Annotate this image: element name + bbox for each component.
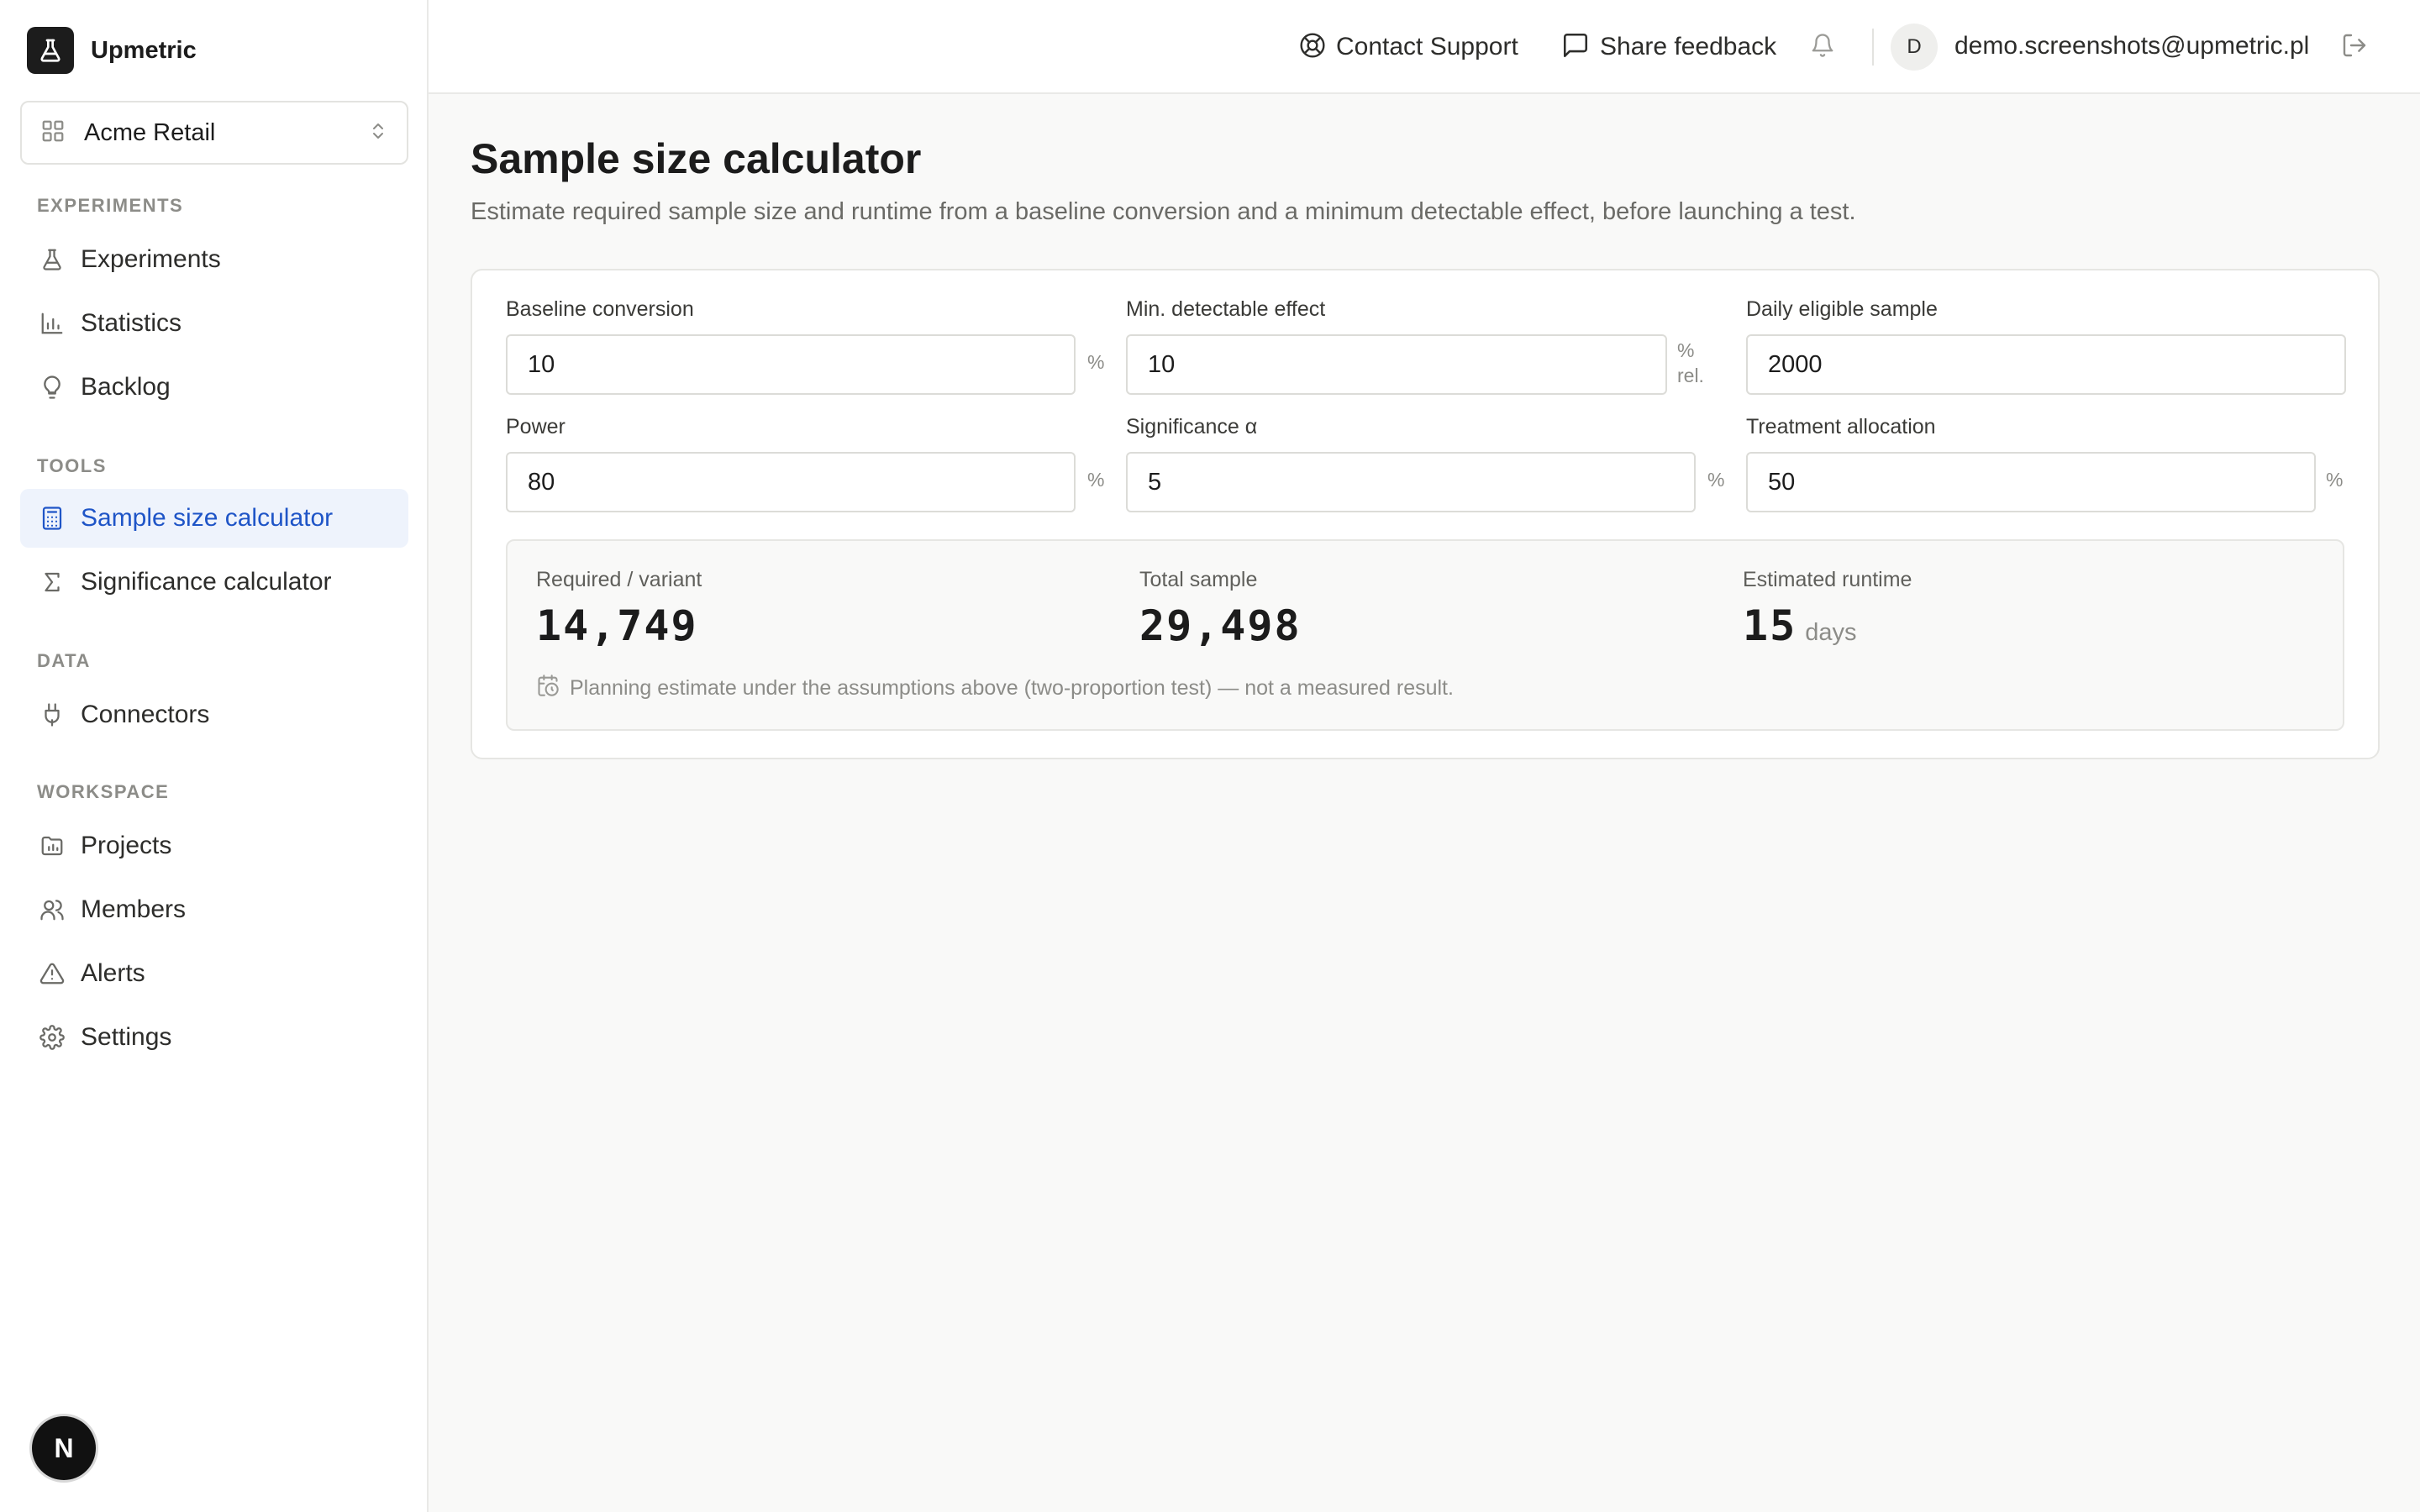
sidebar-item-label: Members [81, 895, 187, 923]
sidebar-item-label: Alerts [81, 959, 145, 987]
results-note: Planning estimate under the assumptions … [536, 674, 1454, 703]
alpha-input[interactable] [1126, 452, 1696, 512]
sidebar: Upmetric Acme Retail EXPERIMENTS Experim… [0, 0, 429, 1512]
folder-chart-icon [37, 831, 67, 861]
baseline-unit: % [1087, 351, 1105, 373]
users-icon [37, 895, 67, 925]
baseline-label: Baseline conversion [506, 297, 694, 321]
log-out-icon [2341, 34, 2368, 62]
chevrons-up-down-icon [368, 118, 388, 148]
sigma-icon [37, 567, 67, 597]
sidebar-item-statistics[interactable]: Statistics [20, 294, 408, 353]
mde-unit-percent: % [1677, 339, 1695, 361]
power-input[interactable] [506, 452, 1076, 512]
sidebar-item-label: Backlog [81, 373, 171, 401]
sidebar-item-backlog[interactable]: Backlog [20, 358, 408, 417]
calculator-card: Baseline conversion % Min. detectable ef… [471, 269, 2380, 759]
sidebar-item-label: Experiments [81, 245, 221, 273]
mde-unit-rel: rel. [1677, 365, 1704, 386]
estimated-runtime: 15 days [1743, 601, 1856, 650]
lightbulb-icon [37, 372, 67, 402]
sidebar-item-label: Statistics [81, 309, 182, 337]
section-title-data: DATA [37, 650, 91, 671]
mde-label: Min. detectable effect [1126, 297, 1326, 321]
user-email: demo.screenshots@upmetric.pl [1954, 32, 2310, 60]
calendar-clock-icon [536, 674, 560, 703]
results-note-text: Planning estimate under the assumptions … [570, 676, 1454, 700]
page-subtitle: Estimate required sample size and runtim… [471, 198, 1856, 225]
sidebar-item-experiments[interactable]: Experiments [20, 230, 408, 289]
daily-sample-input[interactable] [1746, 334, 2346, 395]
sidebar-item-projects[interactable]: Projects [20, 816, 408, 875]
mde-unit: % rel. [1677, 338, 1704, 388]
bar-chart-icon [37, 308, 67, 339]
daily-sample-label: Daily eligible sample [1746, 297, 1938, 321]
total-sample-label: Total sample [1139, 568, 1258, 591]
sidebar-item-alerts[interactable]: Alerts [20, 944, 408, 1003]
page-title: Sample size calculator [471, 135, 922, 182]
sidebar-item-members[interactable]: Members [20, 880, 408, 939]
power-label: Power [506, 415, 566, 438]
sidebar-item-settings[interactable]: Settings [20, 1008, 408, 1067]
sidebar-item-label: Projects [81, 832, 172, 859]
devtools-button[interactable]: N [32, 1416, 96, 1480]
flask-icon [37, 244, 67, 275]
workspace-switcher[interactable]: Acme Retail [20, 101, 408, 165]
brand[interactable]: Upmetric [27, 27, 197, 74]
calculator-icon [37, 503, 67, 533]
sidebar-item-connectors[interactable]: Connectors [20, 685, 408, 744]
required-per-variant-label: Required / variant [536, 568, 702, 591]
avatar[interactable]: D [1891, 24, 1938, 71]
section-title-workspace: WORKSPACE [37, 781, 170, 802]
sidebar-item-label: Connectors [81, 701, 210, 728]
sidebar-item-significance-calculator[interactable]: Significance calculator [20, 553, 408, 612]
message-square-icon [1561, 31, 1590, 64]
bell-icon [1810, 33, 1835, 62]
share-feedback-label: Share feedback [1600, 33, 1777, 60]
total-sample-value: 29,498 [1139, 601, 1302, 650]
estimated-runtime-value: 15 [1743, 601, 1797, 650]
alpha-label: Significance α [1126, 415, 1258, 438]
grid-icon [40, 118, 66, 148]
allocation-unit: % [2326, 469, 2344, 491]
top-header: Contact Support Share feedback D demo.sc… [429, 0, 2420, 94]
flask-logo-icon [27, 27, 74, 74]
brand-name: Upmetric [91, 36, 197, 64]
notifications-button[interactable] [1810, 24, 1835, 71]
baseline-input[interactable] [506, 334, 1076, 395]
logout-button[interactable] [2341, 32, 2368, 63]
share-feedback-button[interactable]: Share feedback [1561, 24, 1776, 71]
contact-support-button[interactable]: Contact Support [1299, 24, 1518, 71]
section-title-tools: TOOLS [37, 455, 107, 476]
required-per-variant-value: 14,749 [536, 601, 698, 650]
n-logo-icon: N [54, 1432, 74, 1463]
contact-support-label: Contact Support [1336, 33, 1518, 60]
sidebar-item-label: Settings [81, 1023, 172, 1051]
gear-icon [37, 1022, 67, 1053]
results-panel: Required / variant 14,749 Total sample 2… [506, 539, 2344, 731]
alert-triangle-icon [37, 958, 67, 989]
mde-input[interactable] [1126, 334, 1667, 395]
header-divider [1872, 29, 1874, 66]
workspace-name: Acme Retail [84, 118, 216, 146]
alpha-unit: % [1707, 469, 1725, 491]
allocation-label: Treatment allocation [1746, 415, 1936, 438]
sidebar-item-sample-size-calculator[interactable]: Sample size calculator [20, 489, 408, 548]
allocation-input[interactable] [1746, 452, 2316, 512]
lifebuoy-icon [1299, 32, 1326, 63]
plug-icon [37, 700, 67, 730]
power-unit: % [1087, 469, 1105, 491]
sidebar-item-label: Sample size calculator [81, 504, 334, 532]
sidebar-item-label: Significance calculator [81, 568, 332, 596]
section-title-experiments: EXPERIMENTS [37, 195, 184, 216]
estimated-runtime-unit: days [1805, 619, 1857, 646]
estimated-runtime-label: Estimated runtime [1743, 568, 1912, 591]
